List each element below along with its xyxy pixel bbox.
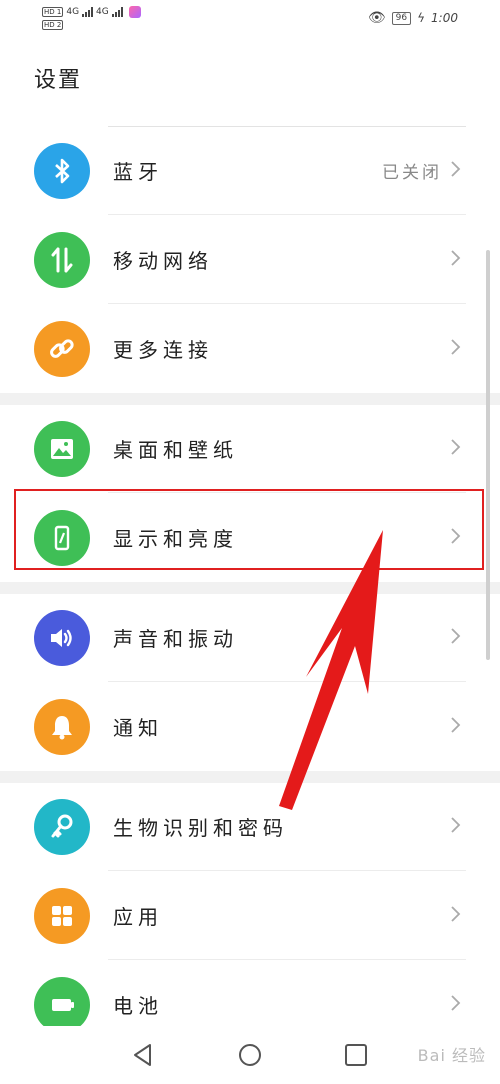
settings-item-label: 生物识别和密码	[113, 816, 288, 840]
chevron-right-icon	[451, 439, 461, 455]
eye-comfort-icon: 👁	[367, 10, 386, 26]
settings-item-label: 声音和振动	[113, 627, 238, 651]
home-icon[interactable]	[235, 1040, 265, 1070]
settings-item-label: 应用	[113, 905, 163, 929]
wallpaper-icon	[34, 421, 90, 477]
back-icon[interactable]	[128, 1040, 158, 1070]
battery-icon	[34, 977, 90, 1033]
network1-label: 4G	[66, 6, 80, 17]
chevron-right-icon	[451, 339, 461, 355]
settings-item-label: 移动网络	[113, 249, 213, 273]
settings-item[interactable]: 声音和振动	[0, 593, 500, 682]
settings-item-value: 已关闭	[382, 163, 442, 183]
highlight-box	[14, 489, 484, 570]
settings-item[interactable]: 应用	[0, 871, 500, 960]
mobile-network-icon	[34, 232, 90, 288]
settings-item[interactable]: 生物识别和密码	[0, 782, 500, 871]
settings-item[interactable]: 蓝牙 已关闭	[0, 126, 500, 215]
signal2-icon	[111, 7, 123, 17]
status-right: 👁 96 ϟ 1:00	[368, 10, 458, 26]
chevron-right-icon	[451, 717, 461, 733]
settings-item-label: 蓝牙	[113, 160, 163, 184]
section-gap	[0, 393, 500, 405]
status-bar: HD 1 4G 4G HD 2 👁 96 ϟ 1:00	[0, 0, 500, 40]
signal1-icon	[82, 7, 94, 17]
network2-label: 4G	[96, 6, 109, 17]
page-title: 设置	[34, 68, 83, 93]
scrollbar[interactable]	[486, 250, 490, 660]
settings-item-label: 通知	[113, 716, 163, 740]
settings-item-label: 更多连接	[113, 338, 213, 362]
bell-icon	[34, 699, 90, 755]
sim1-indicator: HD 1	[42, 7, 64, 17]
chevron-right-icon	[451, 817, 461, 833]
apps-icon	[34, 888, 90, 944]
settings-item[interactable]: 桌面和壁纸	[0, 404, 500, 493]
watermark: Bai 经验	[417, 1046, 486, 1065]
settings-item[interactable]: 更多连接	[0, 304, 500, 393]
sim2-indicator: HD 2	[42, 20, 64, 30]
clock: 1:00	[431, 11, 458, 25]
chevron-right-icon	[451, 906, 461, 922]
recents-icon[interactable]	[341, 1040, 371, 1070]
chevron-right-icon	[451, 161, 461, 177]
settings-item-label: 桌面和壁纸	[113, 438, 238, 462]
settings-item[interactable]: 通知	[0, 682, 500, 771]
chevron-right-icon	[451, 250, 461, 266]
key-icon	[34, 799, 90, 855]
settings-item-label: 电池	[113, 994, 163, 1018]
section-gap	[0, 582, 500, 594]
section-gap	[0, 771, 500, 783]
battery-level: 96	[391, 11, 412, 25]
bluetooth-icon	[34, 143, 90, 199]
app-notification-icon	[128, 6, 141, 18]
chevron-right-icon	[451, 995, 461, 1011]
charging-icon: ϟ	[417, 11, 426, 25]
chevron-right-icon	[451, 628, 461, 644]
status-left: HD 1 4G 4G HD 2	[42, 6, 141, 30]
link-icon	[34, 321, 90, 377]
sound-icon	[34, 610, 90, 666]
settings-item[interactable]: 移动网络	[0, 215, 500, 304]
